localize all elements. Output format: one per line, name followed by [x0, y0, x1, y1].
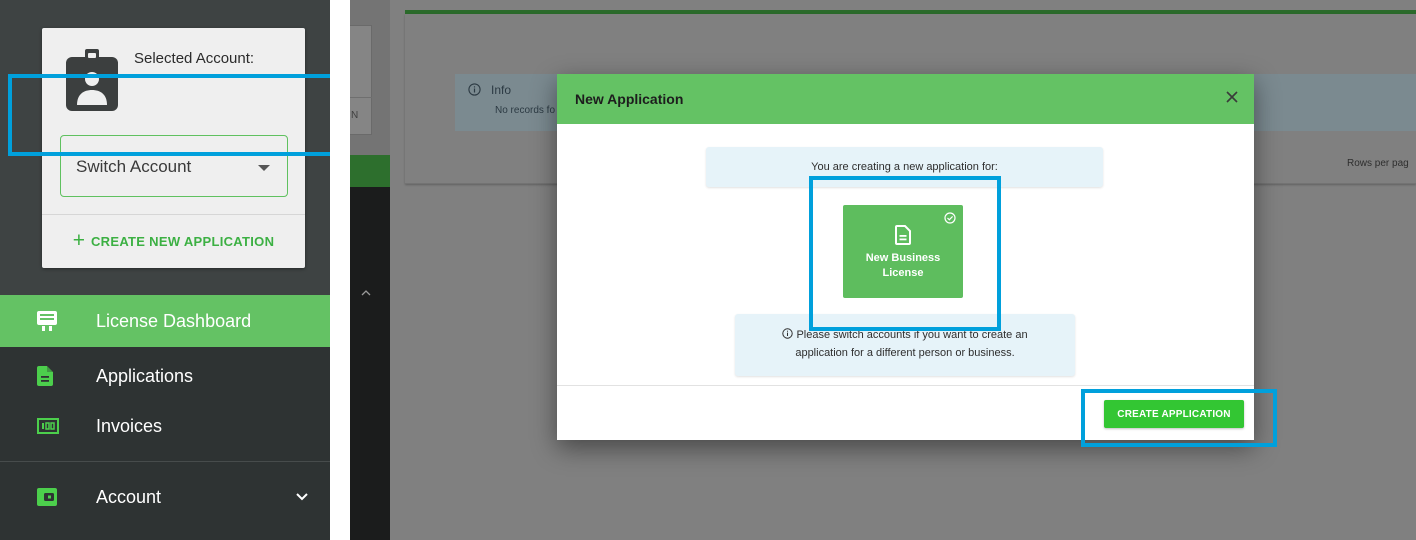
modal-header: New Application [557, 74, 1254, 124]
invoice-icon [37, 418, 59, 434]
chevron-down-icon[interactable] [296, 493, 308, 501]
highlight-box-application-tile [809, 176, 1001, 331]
switch-account-text: Switch Account [76, 157, 192, 176]
left-panel: Selected Account: Switch Account + CREAT… [0, 0, 330, 540]
sidebar-item-account[interactable]: Account [0, 471, 330, 523]
sidebar-item-label: Account [96, 486, 162, 507]
plus-icon: + [72, 228, 85, 252]
creating-for-text: You are creating a new application for: [811, 161, 998, 173]
sidebar-item-label: Applications [96, 365, 194, 386]
selected-account-label: Selected Account: [134, 50, 255, 67]
chevron-up-icon[interactable] [361, 290, 371, 296]
background-card-text: N [351, 110, 359, 121]
sidebar-item-invoices[interactable]: Invoices [0, 400, 330, 452]
monitor-icon [37, 311, 57, 331]
sidebar-item-label: License Dashboard [96, 310, 252, 331]
info-alert-title: Info [491, 83, 512, 97]
document-icon [37, 366, 53, 386]
wallet-icon [37, 488, 57, 506]
modal-footer-divider [557, 385, 1254, 386]
create-new-application-link[interactable]: + CREATE NEW APPLICATION [42, 214, 305, 268]
sidebar-item-license-dashboard[interactable]: License Dashboard [0, 295, 330, 347]
info-alert-text: No records fo [495, 105, 556, 116]
modal-title: New Application [575, 91, 684, 107]
side-strip-active [350, 155, 390, 187]
caret-down-icon [258, 165, 270, 171]
side-strip-dark [350, 187, 390, 540]
highlight-box-switch-account [8, 74, 330, 156]
sidebar-divider [0, 461, 330, 462]
highlight-box-create-button [1081, 389, 1277, 447]
notice-line: application for a different person or bu… [795, 347, 1015, 359]
info-icon [468, 83, 481, 96]
rows-per-page-label: Rows per pag [1347, 158, 1409, 169]
create-new-application-label: CREATE NEW APPLICATION [90, 233, 275, 249]
sidebar-item-applications[interactable]: Applications [0, 350, 330, 402]
background-card-divider [350, 97, 372, 98]
sidebar-item-label: Invoices [96, 415, 163, 436]
info-icon [782, 328, 794, 339]
close-icon[interactable] [1224, 89, 1240, 105]
